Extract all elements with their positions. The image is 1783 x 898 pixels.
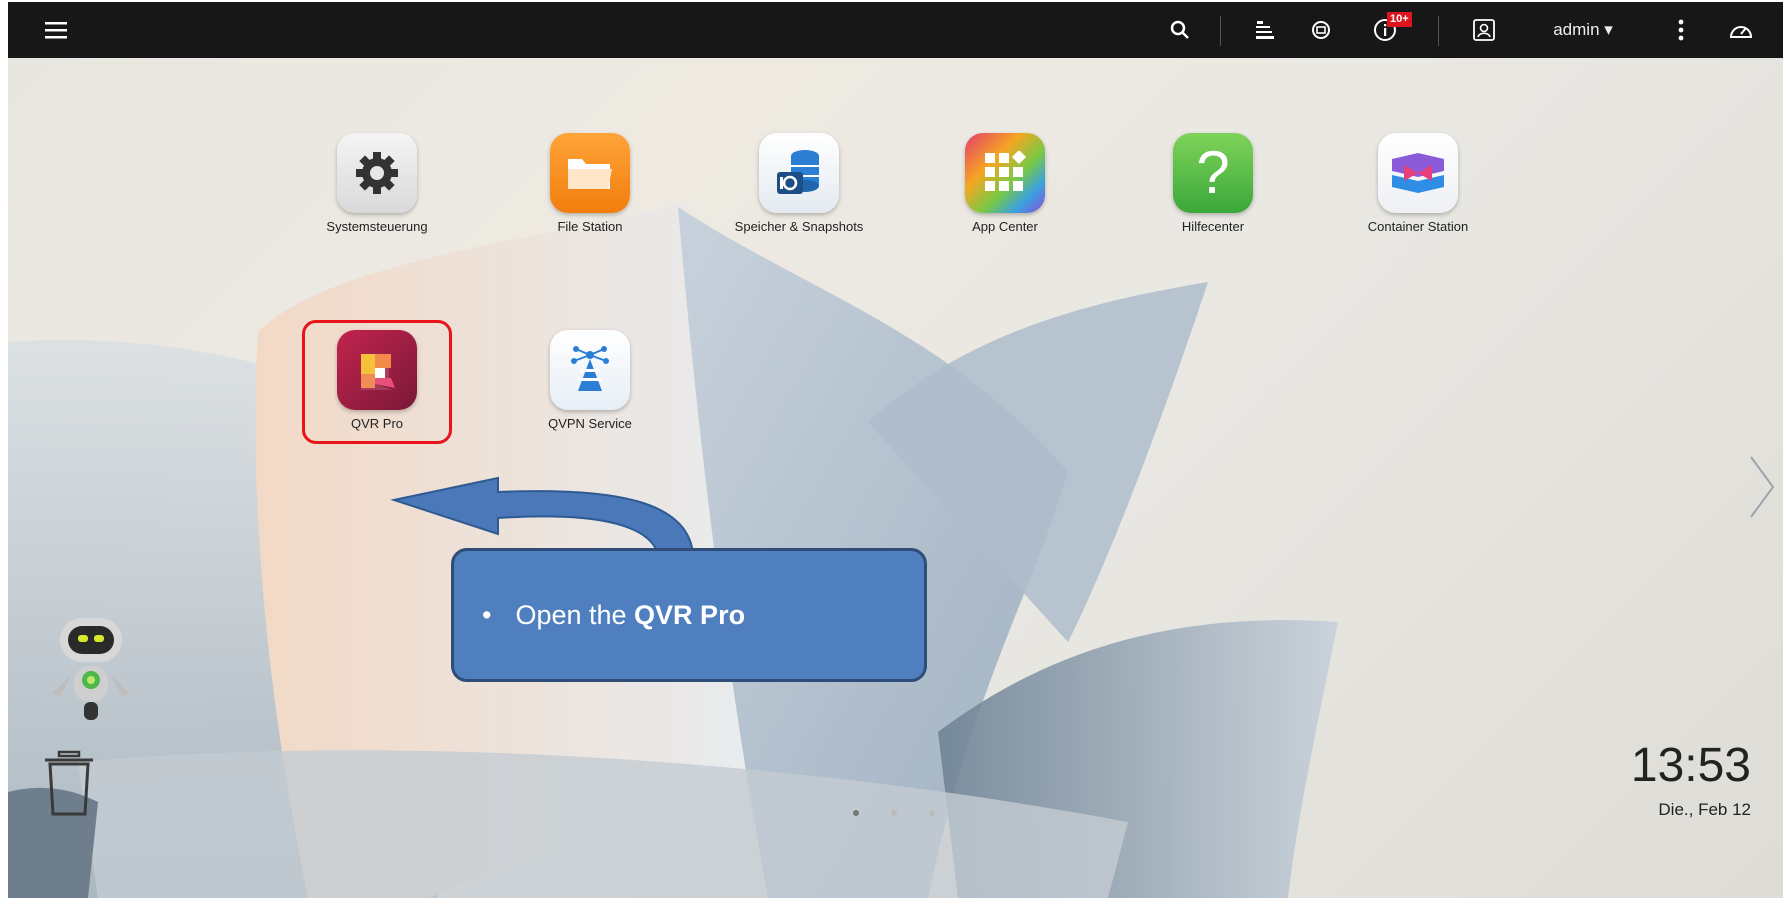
sync-icon[interactable]	[1306, 2, 1336, 58]
folder-icon	[550, 133, 630, 213]
app-label: Container Station	[1367, 219, 1469, 234]
assistant-robot-icon[interactable]	[38, 610, 148, 730]
wallpaper-background	[8, 202, 1775, 898]
app-label: App Center	[972, 219, 1038, 234]
qvr-pro-highlight-box	[302, 320, 452, 444]
app-systemsteuerung[interactable]: Systemsteuerung	[292, 133, 462, 234]
page-dot[interactable]	[891, 810, 897, 816]
clock-time: 13:53	[1630, 739, 1751, 792]
app-speicher-snapshots[interactable]: Speicher & Snapshots	[714, 133, 884, 234]
notification-icon[interactable]: 10+	[1365, 2, 1412, 58]
notification-badge: 10+	[1387, 12, 1412, 27]
app-label: Speicher & Snapshots	[734, 219, 864, 234]
vpn-icon	[550, 330, 630, 410]
app-container-station[interactable]: Container Station	[1333, 133, 1503, 234]
desktop-clock: 13:53 Die., Feb 12	[1631, 740, 1751, 820]
clock-date: Die., Feb 12	[1658, 800, 1751, 819]
page-dot[interactable]	[853, 810, 859, 816]
topbar-separator	[1438, 16, 1439, 46]
page-dot[interactable]	[929, 810, 935, 816]
callout-arrow	[390, 476, 695, 555]
user-menu[interactable]: admin ▾	[1543, 2, 1623, 58]
app-grid-icon	[965, 133, 1045, 213]
callout-emphasis: QVR Pro	[634, 599, 746, 630]
trash-icon[interactable]	[43, 750, 95, 818]
topbar-separator	[1220, 16, 1221, 46]
callout-text: Open the	[515, 599, 635, 630]
gear-icon	[337, 133, 417, 213]
page-indicator	[853, 810, 935, 816]
container-icon	[1378, 133, 1458, 213]
instruction-callout: • Open the QVR Pro	[451, 548, 927, 682]
app-app-center[interactable]: App Center	[920, 133, 1090, 234]
app-file-station[interactable]: File Station	[505, 133, 675, 234]
app-label: Systemsteuerung	[326, 219, 428, 234]
app-label: File Station	[557, 219, 623, 234]
user-profile-icon[interactable]	[1469, 2, 1499, 58]
task-stack-icon[interactable]	[1249, 2, 1279, 58]
next-page-chevron	[1750, 456, 1775, 518]
app-label: Hilfecenter	[1181, 219, 1245, 234]
search-icon[interactable]	[1165, 2, 1195, 58]
hamburger-menu-icon[interactable]	[36, 2, 76, 58]
app-hilfecenter[interactable]: ? Hilfecenter	[1128, 133, 1298, 234]
top-bar: 10+ admin ▾	[8, 2, 1783, 58]
question-icon: ?	[1173, 133, 1253, 213]
dashboard-gauge-icon[interactable]	[1724, 2, 1758, 58]
more-options-icon[interactable]	[1671, 2, 1691, 58]
callout-bullet: •	[482, 599, 492, 630]
storage-icon	[759, 133, 839, 213]
desktop: 10+ admin ▾ Systemsteuerung File Station…	[8, 2, 1783, 898]
app-label: QVPN Service	[548, 416, 632, 431]
app-qvpn-service[interactable]: QVPN Service	[505, 330, 675, 431]
